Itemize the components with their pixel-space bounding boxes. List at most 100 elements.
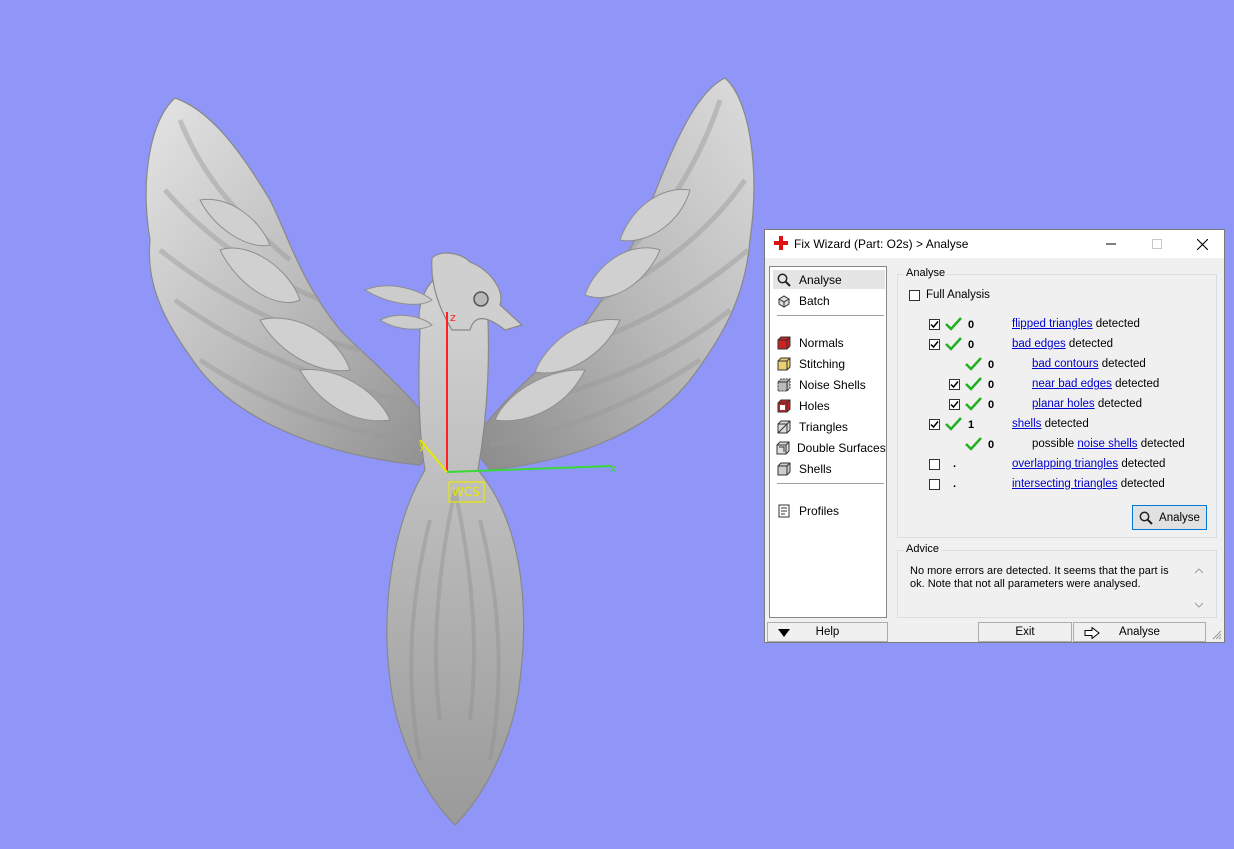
wizard-nav-panel: Analyse Batch Normals Stitching Noise Sh… — [769, 266, 887, 618]
nav-item-label: Batch — [799, 293, 830, 308]
z-axis-label: z — [450, 311, 456, 324]
flipped-triangles-row: flipped triangles detected — [1012, 318, 1140, 330]
minimize-button[interactable] — [1089, 230, 1133, 258]
bottom-bar: Help Exit Analyse — [765, 622, 1224, 642]
help-button[interactable]: Help — [767, 622, 888, 642]
bad-edges-row: bad edges detected — [1012, 338, 1114, 350]
maximize-button[interactable] — [1135, 230, 1179, 258]
shells-link[interactable]: shells — [1012, 418, 1041, 430]
green-check-icon — [945, 337, 962, 351]
bad-edges-count: 0 — [968, 339, 975, 351]
planar-holes-checkbox[interactable] — [949, 399, 960, 410]
nav-item-normals[interactable]: Normals — [773, 333, 885, 352]
nav-item-triangles[interactable]: Triangles — [773, 417, 885, 436]
noise-shells-cube-icon — [776, 377, 792, 393]
analyse-group: Analyse Full Analysis 0 flipped triangle… — [897, 267, 1217, 538]
near-bad-edges-link[interactable]: near bad edges — [1032, 378, 1112, 390]
nav-item-label: Holes — [799, 398, 830, 413]
flipped-triangles-checkbox[interactable] — [929, 319, 940, 330]
full-analysis-checkbox[interactable] — [909, 290, 920, 301]
shells-checkbox[interactable] — [929, 419, 940, 430]
nav-item-profiles[interactable]: Profiles — [773, 501, 885, 520]
help-button-label: Help — [815, 626, 840, 638]
flipped-triangles-count: 0 — [968, 319, 975, 331]
red-cross-icon — [774, 236, 788, 250]
wcs-label: WCS — [452, 485, 480, 499]
intersecting-triangles-link[interactable]: intersecting triangles — [1012, 478, 1117, 490]
nav-item-double-surfaces[interactable]: Double Surfaces — [773, 438, 886, 457]
overlapping-triangles-count: . — [953, 458, 957, 470]
bad-edges-link[interactable]: bad edges — [1012, 338, 1066, 350]
nav-item-noise-shells[interactable]: Noise Shells — [773, 375, 885, 394]
analyse-group-title: Analyse — [904, 267, 948, 279]
arrow-right-icon — [1084, 627, 1100, 639]
double-surfaces-cube-icon — [776, 440, 790, 456]
advice-scrollbar[interactable] — [1194, 567, 1204, 611]
green-check-icon — [945, 317, 962, 331]
nav-item-label: Profiles — [799, 503, 840, 518]
magnifier-icon — [776, 272, 792, 288]
bad-contours-link[interactable]: bad contours — [1032, 358, 1099, 370]
shells-cube-icon — [776, 461, 792, 477]
nav-item-label: Noise Shells — [799, 377, 866, 392]
green-check-icon — [965, 397, 982, 411]
green-check-icon — [945, 417, 962, 431]
bottom-analyse-button-label: Analyse — [1119, 626, 1160, 638]
bad-edges-checkbox[interactable] — [929, 339, 940, 350]
nav-item-label: Normals — [799, 335, 844, 350]
green-check-icon — [965, 377, 982, 391]
noise-shells-row: possible noise shells detected — [1032, 438, 1185, 450]
nav-item-label: Stitching — [799, 356, 846, 371]
exit-button[interactable]: Exit — [978, 622, 1072, 642]
shells-row: shells detected — [1012, 418, 1089, 430]
overlapping-triangles-checkbox[interactable] — [929, 459, 940, 470]
advice-group: Advice No more errors are detected. It s… — [897, 543, 1217, 618]
batch-icon — [776, 293, 792, 309]
overlapping-triangles-link[interactable]: overlapping triangles — [1012, 458, 1118, 470]
analyse-button-label: Analyse — [1159, 511, 1200, 524]
profiles-icon — [776, 503, 792, 519]
triangles-cube-icon — [776, 419, 792, 435]
overlapping-triangles-row: overlapping triangles detected — [1012, 458, 1166, 470]
intersecting-triangles-count: . — [953, 478, 957, 490]
nav-separator — [777, 483, 884, 484]
nav-item-label: Double Surfaces — [797, 440, 886, 455]
normals-cube-icon — [776, 335, 792, 351]
fix-wizard-window: Fix Wizard (Part: O2s) > Analyse Analyse… — [764, 229, 1225, 643]
advice-text: No more errors are detected. It seems th… — [910, 565, 1169, 590]
close-button[interactable] — [1180, 230, 1224, 258]
planar-holes-count: 0 — [988, 399, 995, 411]
bottom-analyse-button[interactable]: Analyse — [1073, 622, 1206, 642]
x-axis-label: x — [610, 462, 617, 475]
title-bar[interactable]: Fix Wizard (Part: O2s) > Analyse — [765, 230, 1224, 258]
nav-item-shells[interactable]: Shells — [773, 459, 885, 478]
holes-cube-icon — [776, 398, 792, 414]
minimize-icon — [1106, 243, 1116, 245]
intersecting-triangles-checkbox[interactable] — [929, 479, 940, 490]
intersecting-triangles-row: intersecting triangles detected — [1012, 478, 1165, 490]
nav-item-batch[interactable]: Batch — [773, 291, 885, 310]
planar-holes-row: planar holes detected — [1032, 398, 1142, 410]
nav-item-stitching[interactable]: Stitching — [773, 354, 885, 373]
magnifier-icon — [1139, 511, 1153, 525]
flipped-triangles-link[interactable]: flipped triangles — [1012, 318, 1093, 330]
resize-grip-icon[interactable] — [1212, 630, 1222, 640]
nav-item-label: Analyse — [799, 272, 842, 287]
bad-contours-row: bad contours detected — [1032, 358, 1146, 370]
near-bad-edges-count: 0 — [988, 379, 995, 391]
window-title: Fix Wizard (Part: O2s) > Analyse — [794, 237, 969, 251]
close-icon — [1196, 238, 1208, 250]
analyse-button[interactable]: Analyse — [1132, 505, 1207, 530]
planar-holes-link[interactable]: planar holes — [1032, 398, 1095, 410]
full-analysis-label: Full Analysis — [926, 289, 990, 301]
y-axis-label: y — [419, 439, 426, 452]
near-bad-edges-checkbox[interactable] — [949, 379, 960, 390]
noise-shells-count: 0 — [988, 439, 995, 451]
nav-item-analyse[interactable]: Analyse — [773, 270, 885, 289]
nav-separator — [777, 315, 884, 316]
triangle-down-icon — [778, 629, 790, 637]
maximize-icon — [1152, 239, 1162, 249]
nav-item-holes[interactable]: Holes — [773, 396, 885, 415]
bad-contours-count: 0 — [988, 359, 995, 371]
noise-shells-link[interactable]: noise shells — [1077, 438, 1137, 450]
